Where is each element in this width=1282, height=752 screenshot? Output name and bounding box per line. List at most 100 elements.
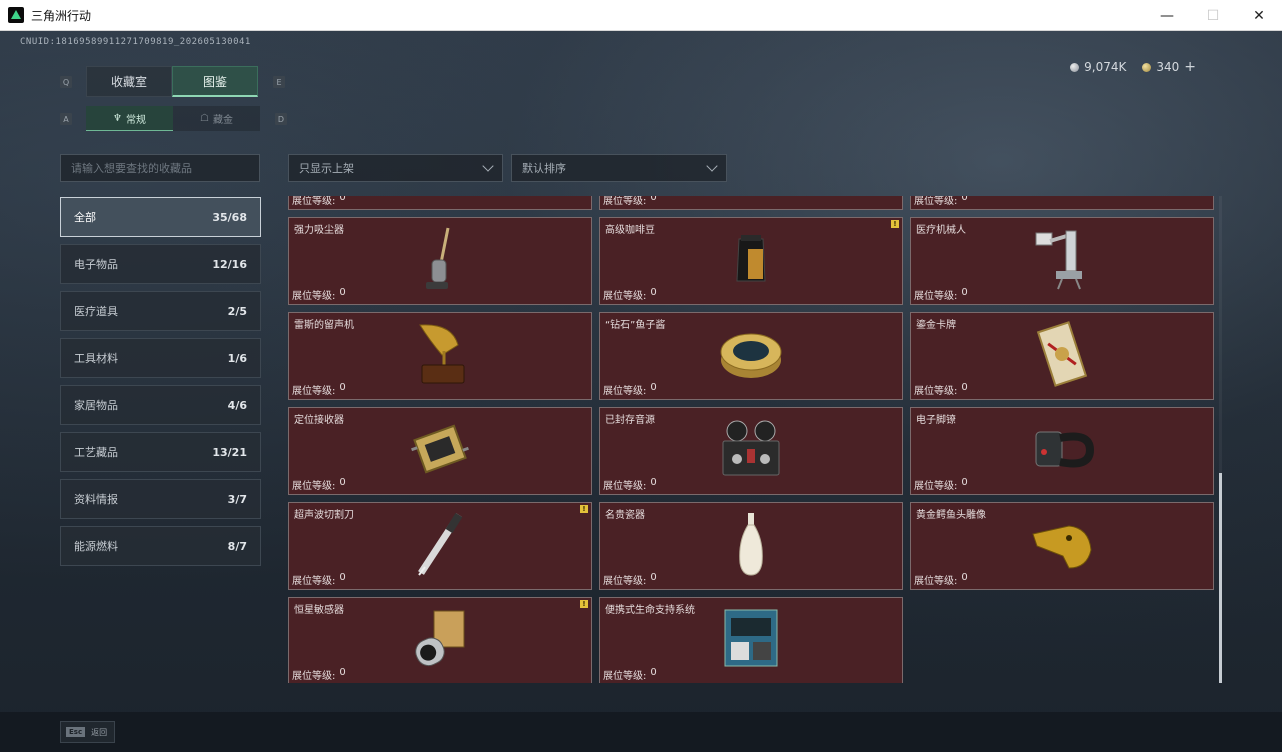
tab-regular[interactable]: ♆ 常规 [86, 106, 173, 131]
category-electronics[interactable]: 电子物品 12/16 [60, 244, 261, 284]
booth-level-label: 展位等级: [603, 386, 647, 397]
collection-card[interactable]: 展位等级: 0 [910, 196, 1214, 210]
booth-level-value: 0 [339, 196, 346, 203]
booth-level: 展位等级: 0 [914, 477, 968, 492]
booth-level-value: 0 [650, 572, 657, 583]
collection-grid-inner: 展位等级: 0 展位等级: 0 展位等级: 0 强力吸尘器 展位等级: 0 高级咖啡豆! 展位等级:… [288, 196, 1214, 683]
booth-level: 展位等级: 0 [914, 382, 968, 397]
booth-level: 展位等级: 0 [914, 196, 968, 207]
gold-crocodile-icon [1029, 516, 1095, 576]
collection-card[interactable]: 强力吸尘器 展位等级: 0 [288, 217, 592, 305]
tab-catalog[interactable]: 图鉴 [172, 66, 258, 97]
category-count: 4/6 [227, 398, 247, 412]
item-name: 定位接收器 [294, 415, 344, 426]
category-label: 工具材料 [74, 352, 118, 365]
robot-arm-icon [1034, 227, 1090, 295]
collection-card[interactable]: 医疗机械人 展位等级: 0 [910, 217, 1214, 305]
booth-level-value: 0 [339, 572, 346, 583]
collection-card[interactable]: 名贵瓷器 展位等级: 0 [599, 502, 903, 590]
booth-level-label: 展位等级: [603, 671, 647, 682]
close-button[interactable]: ✕ [1236, 0, 1282, 31]
window-title: 三角洲行动 [31, 8, 92, 23]
caviar-tin-icon [718, 326, 784, 386]
category-crafts[interactable]: 工艺藏品 13/21 [60, 432, 261, 472]
category-household[interactable]: 家居物品 4/6 [60, 385, 261, 425]
booth-level: 展位等级: 0 [292, 667, 346, 682]
back-button[interactable]: Esc 返回 [60, 721, 115, 743]
category-all[interactable]: 全部 35/68 [60, 197, 261, 237]
booth-level-label: 展位等级: [914, 196, 958, 207]
booth-level-value: 0 [339, 667, 346, 678]
main-tabs: 收藏室 图鉴 [86, 66, 258, 97]
booth-level-label: 展位等级: [292, 576, 336, 587]
booth-level: 展位等级: 0 [292, 477, 346, 492]
search-input[interactable] [60, 154, 260, 182]
booth-level-value: 0 [961, 196, 968, 203]
minimize-button[interactable]: — [1144, 0, 1190, 31]
item-name: 雷斯的留声机 [294, 320, 354, 331]
category-count: 35/68 [212, 210, 247, 224]
collection-grid: 展位等级: 0 展位等级: 0 展位等级: 0 强力吸尘器 展位等级: 0 高级咖啡豆! 展位等级:… [288, 196, 1224, 683]
sort-dropdown[interactable]: 默认排序 [511, 154, 727, 182]
booth-level: 展位等级: 0 [603, 287, 657, 302]
currency-bar: 9,074K 340 + [1070, 59, 1196, 75]
grid-scrollbar-thumb[interactable] [1219, 473, 1222, 683]
grid-scrollbar[interactable] [1219, 196, 1222, 683]
category-count: 3/7 [227, 492, 247, 506]
category-label: 医疗道具 [74, 305, 118, 318]
booth-level: 展位等级: 0 [292, 382, 346, 397]
receiver-icon [409, 418, 471, 484]
collection-card[interactable]: 展位等级: 0 [599, 196, 903, 210]
collection-card[interactable]: 雷斯的留声机展位等级: 0 [288, 312, 592, 400]
item-name: 恒星敏感器 [294, 605, 344, 616]
collection-card[interactable]: 已封存音源 展位等级: 0 [599, 407, 903, 495]
key-hint-d: D [275, 113, 287, 125]
player-uid: CNUID:18169589911271709819_202605130041 [20, 37, 251, 47]
booth-level-label: 展位等级: [914, 576, 958, 587]
category-medical[interactable]: 医疗道具 2/5 [60, 291, 261, 331]
collection-card[interactable]: 高级咖啡豆! 展位等级: 0 [599, 217, 903, 305]
category-intel[interactable]: 资料情报 3/7 [60, 479, 261, 519]
gold-currency: 340 + [1142, 59, 1196, 75]
booth-level-label: 展位等级: [603, 291, 647, 302]
item-name: 超声波切割刀 [294, 510, 354, 521]
booth-level: 展位等级: 0 [292, 196, 346, 207]
tab-gold-hoard[interactable]: ☖ 藏金 [173, 106, 260, 131]
category-tools[interactable]: 工具材料 1/6 [60, 338, 261, 378]
collection-card[interactable]: 展位等级: 0 [288, 196, 592, 210]
game-viewport: CNUID:18169589911271709819_202605130041 … [0, 31, 1282, 752]
category-count: 12/16 [212, 257, 247, 271]
category-count: 8/7 [227, 539, 247, 553]
item-name: 已封存音源 [605, 415, 655, 426]
collection-card[interactable]: 便携式生命支持系统 展位等级: 0 [599, 597, 903, 683]
tab-collection-room[interactable]: 收藏室 [86, 66, 172, 97]
category-list: 全部 35/68 电子物品 12/16 医疗道具 2/5 工具材料 1/6 家居… [60, 197, 261, 573]
category-label: 家居物品 [74, 399, 118, 412]
add-currency-button[interactable]: + [1184, 59, 1196, 75]
item-name: 高级咖啡豆 [605, 225, 655, 236]
coffee-bag-icon [734, 233, 768, 289]
maximize-button[interactable]: ☐ [1190, 0, 1236, 31]
collection-card[interactable]: 恒星敏感器! 展位等级: 0 [288, 597, 592, 683]
back-label: 返回 [91, 727, 108, 737]
item-name: 便携式生命支持系统 [605, 605, 695, 616]
collection-card[interactable]: 超声波切割刀! 展位等级: 0 [288, 502, 592, 590]
booth-level: 展位等级: 0 [292, 287, 346, 302]
booth-level-label: 展位等级: [603, 576, 647, 587]
item-name: “钻石”鱼子酱 [605, 320, 666, 331]
key-hint-a: A [60, 113, 72, 125]
esc-key-hint: Esc [66, 727, 86, 737]
category-energy[interactable]: 能源燃料 8/7 [60, 526, 261, 566]
booth-level-value: 0 [650, 287, 657, 298]
collection-card[interactable]: 定位接收器展位等级: 0 [288, 407, 592, 495]
collection-card[interactable]: 黄金鳄鱼头雕像 展位等级: 0 [910, 502, 1214, 590]
shelf-filter-dropdown[interactable]: 只显示上架 [288, 154, 503, 182]
booth-level: 展位等级: 0 [914, 287, 968, 302]
gold-coin-icon [1142, 62, 1152, 72]
booth-level-value: 0 [961, 572, 968, 583]
booth-level-label: 展位等级: [603, 481, 647, 492]
collection-card[interactable]: 电子脚镣 展位等级: 0 [910, 407, 1214, 495]
collection-card[interactable]: “钻石”鱼子酱 展位等级: 0 [599, 312, 903, 400]
category-label: 能源燃料 [74, 540, 118, 553]
collection-card[interactable]: 鎏金卡牌 展位等级: 0 [910, 312, 1214, 400]
